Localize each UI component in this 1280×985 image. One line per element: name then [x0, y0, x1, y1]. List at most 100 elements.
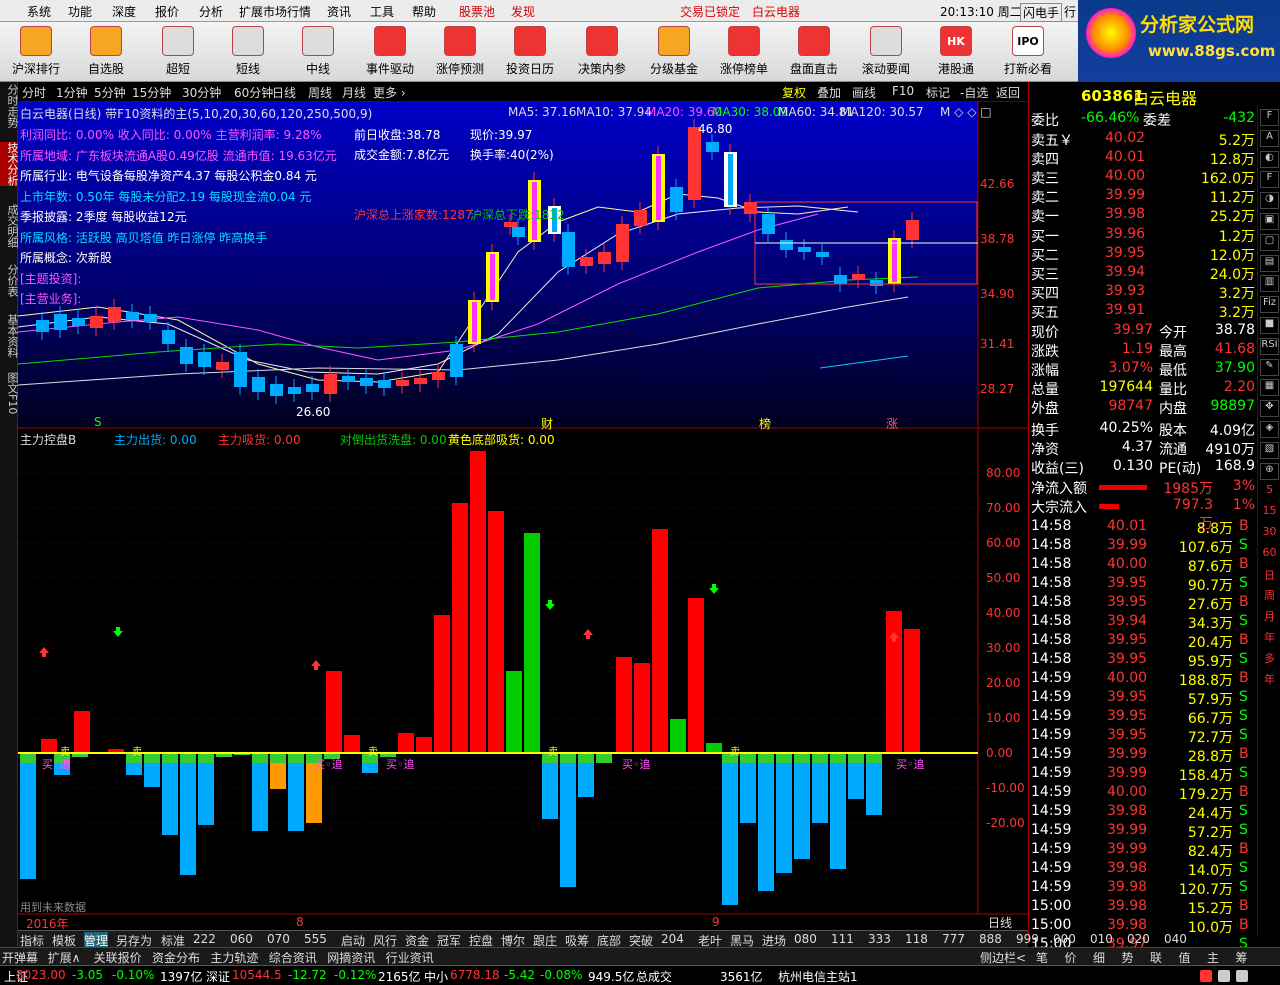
- info-tab-3[interactable]: 资金分布: [152, 949, 200, 966]
- right-tab-7[interactable]: 筹: [1236, 949, 1248, 966]
- period-6[interactable]: 日线: [272, 84, 296, 101]
- period-9[interactable]: 更多 ›: [373, 84, 406, 101]
- right-tab-6[interactable]: 主: [1207, 949, 1219, 966]
- side-icon-21[interactable]: 60: [1260, 546, 1279, 563]
- indicator-tab-30[interactable]: 000: [1053, 932, 1076, 946]
- indicator-tab-24[interactable]: 111: [831, 932, 854, 946]
- toolbar-btn-14[interactable]: IPO 打新必看: [994, 24, 1062, 80]
- toolbar-btn-9[interactable]: 分级基金: [640, 24, 708, 80]
- right-tab-2[interactable]: 细: [1093, 949, 1105, 966]
- menu-6[interactable]: 资讯: [327, 3, 351, 20]
- indicator-tab-6[interactable]: 060: [230, 932, 253, 946]
- period-label[interactable]: 日线: [988, 914, 1012, 931]
- period-8[interactable]: 月线: [342, 84, 366, 101]
- toolbar-btn-2[interactable]: 超短: [144, 24, 212, 80]
- toolbar-btn-5[interactable]: 事件驱动: [356, 24, 424, 80]
- side-icon-15[interactable]: ◈: [1260, 421, 1279, 438]
- toolbar-btn-10[interactable]: 涨停榜单: [710, 24, 778, 80]
- right-tab-3[interactable]: 势: [1122, 949, 1134, 966]
- indicator-tab-8[interactable]: 555: [304, 932, 327, 946]
- info-tab-1[interactable]: 扩展∧: [48, 949, 81, 966]
- side-icon-13[interactable]: ▦: [1260, 379, 1279, 397]
- side-icon-7[interactable]: ▤: [1260, 254, 1279, 272]
- indicator-tab-31[interactable]: 010: [1090, 932, 1113, 946]
- side-icon-3[interactable]: F: [1260, 171, 1279, 189]
- left-tab-5[interactable]: 图文F10: [0, 372, 19, 414]
- side-icon-27[interactable]: 年: [1260, 671, 1279, 688]
- toolbar-btn-13[interactable]: HK 港股通: [922, 24, 990, 80]
- side-icon-24[interactable]: 月: [1260, 608, 1279, 625]
- side-icon-12[interactable]: ✎: [1260, 358, 1279, 376]
- side-icon-23[interactable]: 周: [1260, 587, 1279, 604]
- indicator-tab-28[interactable]: 888: [979, 932, 1002, 946]
- right-tab-0[interactable]: 笔: [1036, 949, 1048, 966]
- side-icon-26[interactable]: 多: [1260, 650, 1279, 667]
- info-tab-4[interactable]: 主力轨迹: [210, 949, 258, 966]
- menu-1[interactable]: 功能: [68, 3, 92, 20]
- menu-0[interactable]: 系统: [27, 3, 51, 20]
- side-icon-19[interactable]: 15: [1260, 504, 1279, 521]
- menu-7[interactable]: 工具: [370, 3, 394, 20]
- menu-5[interactable]: 扩展市场行情: [239, 3, 311, 20]
- side-icon-22[interactable]: 日: [1260, 567, 1279, 584]
- sidebar-toggle[interactable]: 侧边栏<: [980, 949, 1026, 966]
- period-4[interactable]: 30分钟: [182, 84, 221, 101]
- info-tab-6[interactable]: 网摘资讯: [327, 949, 375, 966]
- side-icon-8[interactable]: ▥: [1260, 275, 1279, 293]
- period-right-0[interactable]: 复权: [782, 84, 806, 101]
- menu-right-0[interactable]: 闪电手: [1020, 3, 1063, 22]
- menu-10[interactable]: 发现: [511, 3, 535, 20]
- left-tab-1[interactable]: 技术分析: [0, 142, 19, 186]
- period-5[interactable]: 60分钟: [234, 84, 273, 101]
- indicator-tab-32[interactable]: 020: [1127, 932, 1150, 946]
- toolbar-btn-0[interactable]: 沪深排行: [2, 24, 70, 80]
- side-icon-6[interactable]: ▢: [1260, 233, 1279, 251]
- side-icon-5[interactable]: ▣: [1260, 213, 1279, 230]
- toolbar-btn-3[interactable]: 短线: [214, 24, 282, 80]
- left-tab-3[interactable]: 分价表: [0, 264, 19, 297]
- indicator-tab-19[interactable]: 204: [661, 932, 684, 946]
- period-right-3[interactable]: F10: [892, 84, 914, 98]
- period-right-1[interactable]: 叠加: [817, 84, 841, 101]
- toolbar-btn-7[interactable]: 投资日历: [496, 24, 564, 80]
- menu-4[interactable]: 分析: [199, 3, 223, 20]
- side-icon-17[interactable]: ⊕: [1260, 462, 1279, 480]
- toolbar-btn-11[interactable]: 盘面直击: [780, 24, 848, 80]
- left-tab-2[interactable]: 成交明细: [0, 204, 19, 248]
- menu-3[interactable]: 报价: [155, 3, 179, 20]
- period-3[interactable]: 15分钟: [132, 84, 171, 101]
- toolbar-btn-12[interactable]: 滚动要闻: [852, 24, 920, 80]
- right-tab-1[interactable]: 价: [1065, 949, 1077, 966]
- side-icon-14[interactable]: ✥: [1260, 400, 1279, 418]
- indicator-tab-26[interactable]: 118: [905, 932, 928, 946]
- period-right-6[interactable]: 返回: [996, 84, 1020, 101]
- period-right-2[interactable]: 画线: [852, 84, 876, 101]
- indicator-tab-29[interactable]: 999: [1016, 932, 1039, 946]
- info-tab-7[interactable]: 行业资讯: [386, 949, 434, 966]
- indicator-tab-5[interactable]: 222: [193, 932, 216, 946]
- side-icon-1[interactable]: A: [1260, 129, 1279, 147]
- indicator-tab-27[interactable]: 777: [942, 932, 965, 946]
- left-tab-0[interactable]: 分时走势: [0, 84, 19, 128]
- left-tab-4[interactable]: 基本资料: [0, 314, 19, 358]
- side-icon-0[interactable]: F: [1260, 109, 1279, 126]
- side-icon-18[interactable]: 5: [1260, 483, 1279, 500]
- side-icon-20[interactable]: 30: [1260, 525, 1279, 542]
- side-icon-10[interactable]: ■: [1260, 317, 1279, 334]
- info-tab-5[interactable]: 综合资讯: [269, 949, 317, 966]
- toolbar-btn-8[interactable]: 决策内参: [568, 24, 636, 80]
- toolbar-btn-6[interactable]: 涨停预测: [426, 24, 494, 80]
- side-icon-11[interactable]: RSI: [1260, 337, 1279, 355]
- period-1[interactable]: 1分钟: [56, 84, 88, 101]
- info-tab-2[interactable]: 关联报价: [94, 949, 142, 966]
- indicator-tab-7[interactable]: 070: [267, 932, 290, 946]
- indicator-tab-33[interactable]: 040: [1164, 932, 1187, 946]
- side-icon-16[interactable]: ▧: [1260, 441, 1279, 459]
- period-right-5[interactable]: -自选: [960, 84, 988, 101]
- menu-right-1[interactable]: 行: [1064, 3, 1076, 20]
- toolbar-btn-1[interactable]: 自选股: [72, 24, 140, 80]
- side-icon-2[interactable]: ◐: [1260, 150, 1279, 168]
- side-icon-25[interactable]: 年: [1260, 629, 1279, 646]
- menu-2[interactable]: 深度: [112, 3, 136, 20]
- menu-8[interactable]: 帮助: [412, 3, 436, 20]
